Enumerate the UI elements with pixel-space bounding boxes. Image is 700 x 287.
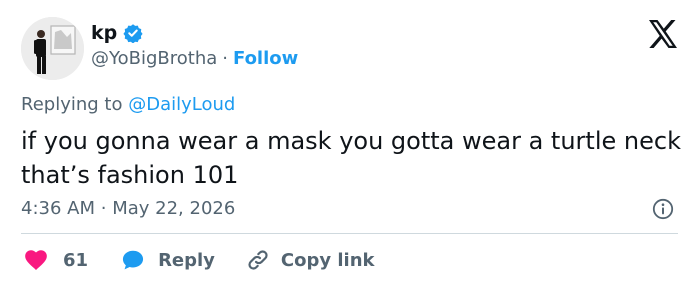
reply-label: Reply: [158, 249, 215, 271]
timestamp-separator: ·: [100, 198, 107, 219]
info-icon[interactable]: [652, 198, 674, 220]
reply-mention-link[interactable]: @DailyLoud: [128, 94, 235, 115]
x-logo-icon[interactable]: [648, 20, 678, 48]
author-name-row: kp: [91, 22, 143, 44]
tweet-text: if you gonna wear a mask you gotta wear …: [21, 127, 681, 189]
speech-bubble-icon: [122, 250, 144, 270]
author-name[interactable]: kp: [91, 22, 117, 44]
action-bar: 61 Reply Copy link: [23, 247, 375, 273]
handle-separator: ·: [222, 48, 228, 69]
tweet-time: 4:36 AM: [21, 198, 95, 219]
avatar[interactable]: [21, 17, 84, 80]
tweet-timestamp[interactable]: 4:36 AM · May 22, 2026: [21, 198, 235, 219]
heart-icon: [25, 250, 47, 270]
author-handle-row: @YoBigBrotha · Follow: [91, 48, 298, 69]
divider: [21, 233, 678, 234]
like-count: 61: [63, 249, 89, 271]
link-icon: [248, 250, 268, 270]
replying-to: Replying to @DailyLoud: [21, 94, 235, 115]
author-handle[interactable]: @YoBigBrotha: [91, 48, 217, 69]
reply-button[interactable]: Reply: [120, 247, 215, 273]
follow-button[interactable]: Follow: [233, 48, 298, 69]
avatar-image: [21, 17, 84, 80]
like-button[interactable]: 61: [23, 247, 88, 273]
replying-prefix: Replying to: [21, 94, 129, 115]
copy-link-label: Copy link: [280, 249, 375, 271]
copy-link-button[interactable]: Copy link: [245, 247, 375, 273]
tweet-date: May 22, 2026: [112, 198, 236, 219]
verified-badge-icon: [123, 24, 143, 43]
